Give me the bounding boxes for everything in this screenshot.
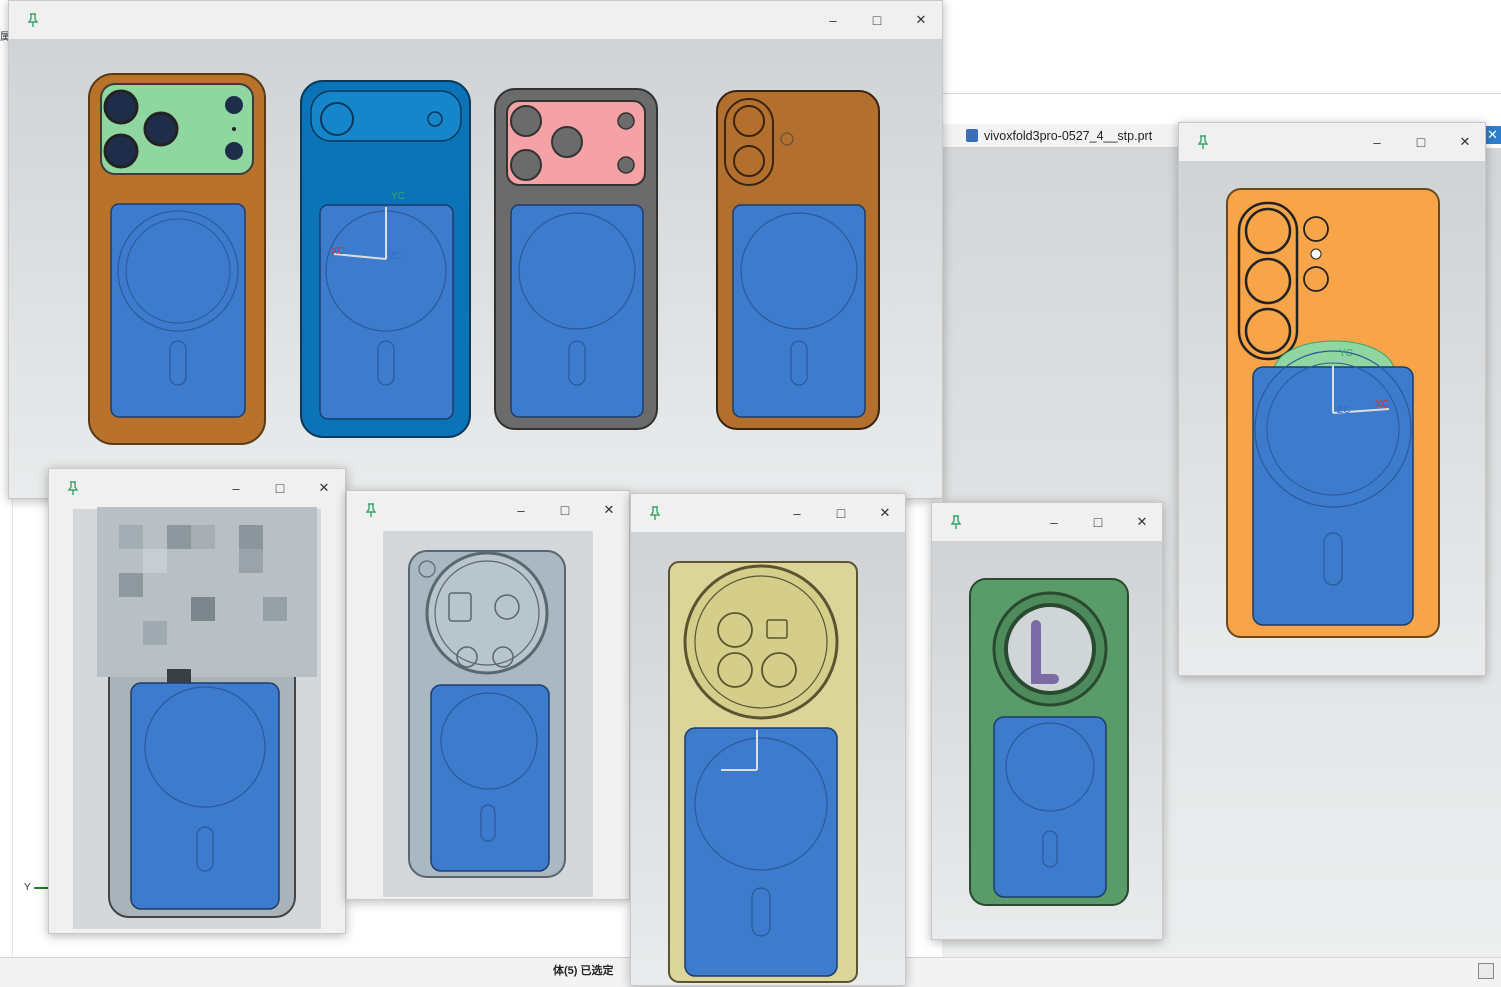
title-bar[interactable]: – □ ✕ xyxy=(49,469,345,507)
minimize-icon: – xyxy=(793,505,801,521)
phone-model-3 xyxy=(494,88,658,430)
phone-model-9 xyxy=(969,578,1129,906)
minimize-icon: – xyxy=(232,480,240,496)
pin-icon[interactable] xyxy=(948,514,964,530)
maximize-icon: □ xyxy=(275,480,285,496)
model-preview-bottom-1 xyxy=(49,507,345,933)
minimize-button[interactable]: – xyxy=(224,478,248,498)
status-icon[interactable] xyxy=(1478,963,1494,979)
phone-model-2 xyxy=(300,80,471,438)
model-preview-bottom-3 xyxy=(631,532,905,985)
minimize-icon: – xyxy=(1050,514,1058,530)
close-icon: ✕ xyxy=(318,480,330,495)
close-button[interactable]: ✕ xyxy=(1453,132,1477,152)
minimize-icon: – xyxy=(829,12,837,28)
phone-model-7 xyxy=(383,531,593,897)
pin-icon[interactable] xyxy=(647,505,663,521)
model-preview-bottom-2 xyxy=(347,529,629,899)
close-icon: ✕ xyxy=(1136,514,1148,529)
maximize-button[interactable]: □ xyxy=(1409,132,1433,152)
minimize-button[interactable]: – xyxy=(1365,132,1389,152)
preview-window-bottom-3[interactable]: – □ ✕ xyxy=(630,493,906,986)
yc-label: YC xyxy=(1339,348,1353,359)
part-file-icon xyxy=(966,129,978,142)
phone-model-8 xyxy=(668,561,858,983)
title-bar[interactable]: – □ ✕ xyxy=(9,1,942,39)
minimize-button[interactable]: – xyxy=(785,503,809,523)
maximize-button[interactable]: □ xyxy=(829,503,853,523)
model-preview-right: YC XC ZC xyxy=(1179,161,1485,675)
maximize-button[interactable]: □ xyxy=(865,10,889,30)
close-icon: ✕ xyxy=(1459,134,1471,149)
preview-window-bottom-1[interactable]: – □ ✕ xyxy=(48,468,346,934)
phone-models-row: YC XC ZC xyxy=(88,73,880,445)
maximize-icon: □ xyxy=(1093,514,1103,530)
phone-model-1 xyxy=(88,73,266,445)
document-tab-label: vivoxfold3pro-0527_4__stp.prt xyxy=(984,128,1153,143)
close-icon: ✕ xyxy=(603,502,615,517)
axis-arrow-icon xyxy=(34,887,48,889)
maximize-button[interactable]: □ xyxy=(1086,512,1110,532)
maximize-icon: □ xyxy=(872,12,882,28)
toolbar-divider xyxy=(942,93,1501,94)
xc-label: XC xyxy=(1375,399,1389,410)
pin-icon[interactable] xyxy=(1195,134,1211,150)
model-preview-bottom-4 xyxy=(932,541,1162,939)
title-bar[interactable]: – □ ✕ xyxy=(347,491,629,529)
zc-label: ZC xyxy=(389,251,402,262)
preview-window-bottom-2[interactable]: – □ ✕ xyxy=(346,490,630,900)
preview-window-right[interactable]: – □ ✕ YC XC ZC xyxy=(1178,122,1486,676)
minimize-icon: – xyxy=(1373,134,1381,150)
phone-model-6 xyxy=(73,507,321,929)
pin-icon[interactable] xyxy=(65,480,81,496)
pin-icon[interactable] xyxy=(25,12,41,28)
maximize-icon: □ xyxy=(1416,134,1426,150)
xc-label: XC xyxy=(331,246,345,257)
minimize-button[interactable]: – xyxy=(509,500,533,520)
status-text: 体(5) 已选定 xyxy=(553,965,614,977)
close-button[interactable]: ✕ xyxy=(873,503,897,523)
model-preview-main: YC XC ZC xyxy=(9,39,942,498)
phone-model-4 xyxy=(716,90,880,430)
pin-icon[interactable] xyxy=(363,502,379,518)
close-icon: ✕ xyxy=(915,12,927,27)
minimize-button[interactable]: – xyxy=(1042,512,1066,532)
close-button[interactable]: ✕ xyxy=(909,10,933,30)
maximize-button[interactable]: □ xyxy=(553,500,577,520)
close-button[interactable]: ✕ xyxy=(597,500,621,520)
axis-y-label: Y xyxy=(24,882,31,893)
maximize-icon: □ xyxy=(836,505,846,521)
title-bar[interactable]: – □ ✕ xyxy=(932,503,1162,541)
preview-window-main[interactable]: – □ ✕ YC XC ZC xyxy=(8,0,943,499)
zc-label: ZC xyxy=(1337,405,1350,416)
preview-window-bottom-4[interactable]: – □ ✕ xyxy=(931,502,1163,940)
minimize-button[interactable]: – xyxy=(821,10,845,30)
title-bar[interactable]: – □ ✕ xyxy=(631,494,905,532)
maximize-button[interactable]: □ xyxy=(268,478,292,498)
close-tab-icon[interactable]: ✕ xyxy=(1484,126,1501,144)
maximize-icon: □ xyxy=(560,502,570,518)
close-button[interactable]: ✕ xyxy=(312,478,336,498)
close-icon: ✕ xyxy=(879,505,891,520)
yc-label: YC xyxy=(391,191,405,202)
document-tab[interactable]: vivoxfold3pro-0527_4__stp.prt xyxy=(942,124,1182,148)
title-bar[interactable]: – □ ✕ xyxy=(1179,123,1485,161)
close-button[interactable]: ✕ xyxy=(1130,512,1154,532)
phone-model-5: YC XC ZC xyxy=(1226,188,1440,638)
minimize-icon: – xyxy=(517,502,525,518)
